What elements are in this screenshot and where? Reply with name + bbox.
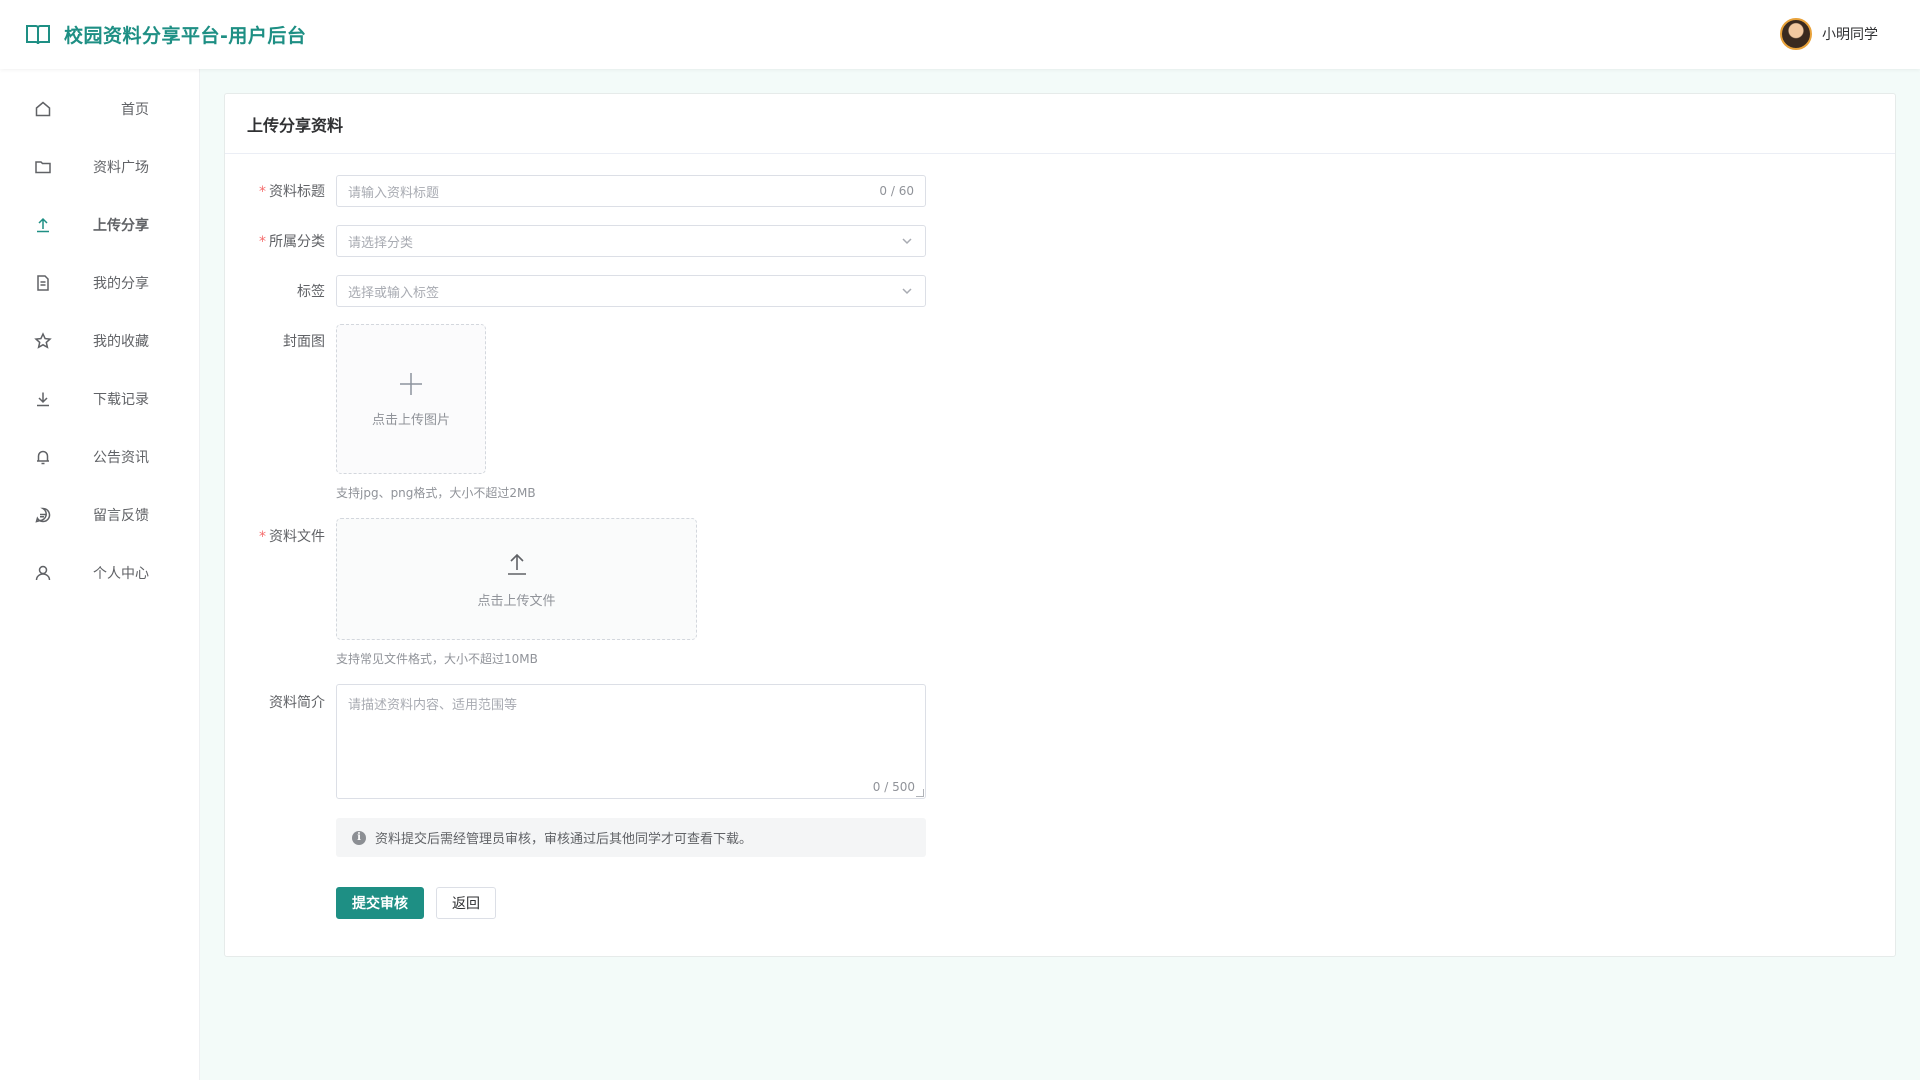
sidebar-item-label: 留言反馈 [93, 508, 149, 524]
sidebar-item-announcements[interactable]: 公告资讯 [0, 428, 199, 486]
user-name: 小明同学 [1822, 27, 1878, 43]
category-label: * 所属分类 [259, 234, 325, 250]
sidebar-item-label: 上传分享 [93, 218, 149, 234]
tags-label: 标签 [297, 284, 325, 300]
sidebar: 首页 资料广场 上传分享 我的分享 我的收藏 下载记录 公告资讯 留言反馈 个人… [0, 69, 200, 1080]
tags-select[interactable]: 选择或输入标签 [336, 275, 926, 307]
sidebar-item-feedback[interactable]: 留言反馈 [0, 486, 199, 544]
plus-icon [400, 372, 422, 395]
top-header: 校园资料分享平台-用户后台 小明同学 [0, 0, 1920, 69]
cover-label: 封面图 [283, 334, 325, 350]
sidebar-item-label: 个人中心 [93, 566, 149, 582]
title-input[interactable]: 请输入资料标题 0 / 60 [336, 175, 926, 207]
sidebar-item-label: 资料广场 [93, 160, 149, 176]
title-counter: 0 / 60 [879, 184, 914, 198]
sidebar-item-label: 首页 [121, 102, 149, 118]
sidebar-item-profile[interactable]: 个人中心 [0, 544, 199, 602]
sidebar-item-label: 我的收藏 [93, 334, 149, 350]
sidebar-item-label: 我的分享 [93, 276, 149, 292]
upload-icon [507, 553, 526, 575]
cover-hint: 支持jpg、png格式，大小不超过2MB [336, 486, 536, 500]
app-title: 校园资料分享平台-用户后台 [64, 25, 307, 47]
upload-card: 上传分享资料 * 资料标题 请输入资料标题 0 / 60 * 所属分类 请选择分类 … [224, 93, 1896, 957]
file-hint: 支持常见文件格式，大小不超过10MB [336, 652, 538, 666]
sidebar-item-favorites[interactable]: 我的收藏 [0, 312, 199, 370]
user-menu[interactable]: 小明同学 [1780, 18, 1878, 50]
title-label: * 资料标题 [259, 184, 325, 200]
info-icon: i [352, 830, 366, 845]
description-counter: 0 / 500 [872, 780, 915, 794]
sidebar-item-upload[interactable]: 上传分享 [0, 196, 199, 254]
sidebar-item-my-shares[interactable]: 我的分享 [0, 254, 199, 312]
sidebar-item-library[interactable]: 资料广场 [0, 138, 199, 196]
sidebar-item-downloads[interactable]: 下载记录 [0, 370, 199, 428]
sidebar-item-label: 公告资讯 [93, 450, 149, 466]
sidebar-item-home[interactable]: 首页 [0, 80, 199, 138]
description-label: 资料简介 [269, 695, 325, 711]
brand[interactable]: 校园资料分享平台-用户后台 [25, 21, 306, 48]
resize-handle[interactable] [916, 789, 924, 797]
description-textarea[interactable]: 请描述资料内容、适用范围等 0 / 500 [336, 684, 926, 799]
avatar[interactable] [1780, 18, 1812, 50]
submit-review-button[interactable]: 提交审核 [336, 887, 424, 919]
chevron-down-icon [902, 288, 912, 295]
card-title: 上传分享资料 [225, 94, 1895, 154]
review-notice: i 资料提交后需经管理员审核，审核通过后其他同学才可查看下载。 [336, 818, 926, 857]
file-label: * 资料文件 [259, 529, 325, 545]
book-icon [26, 24, 50, 44]
cover-upload[interactable]: 点击上传图片 [336, 324, 486, 474]
chevron-down-icon [902, 238, 912, 245]
category-select[interactable]: 请选择分类 [336, 225, 926, 257]
sidebar-item-label: 下载记录 [93, 392, 149, 408]
file-upload[interactable]: 点击上传文件 [336, 518, 697, 640]
back-button[interactable]: 返回 [436, 887, 496, 919]
